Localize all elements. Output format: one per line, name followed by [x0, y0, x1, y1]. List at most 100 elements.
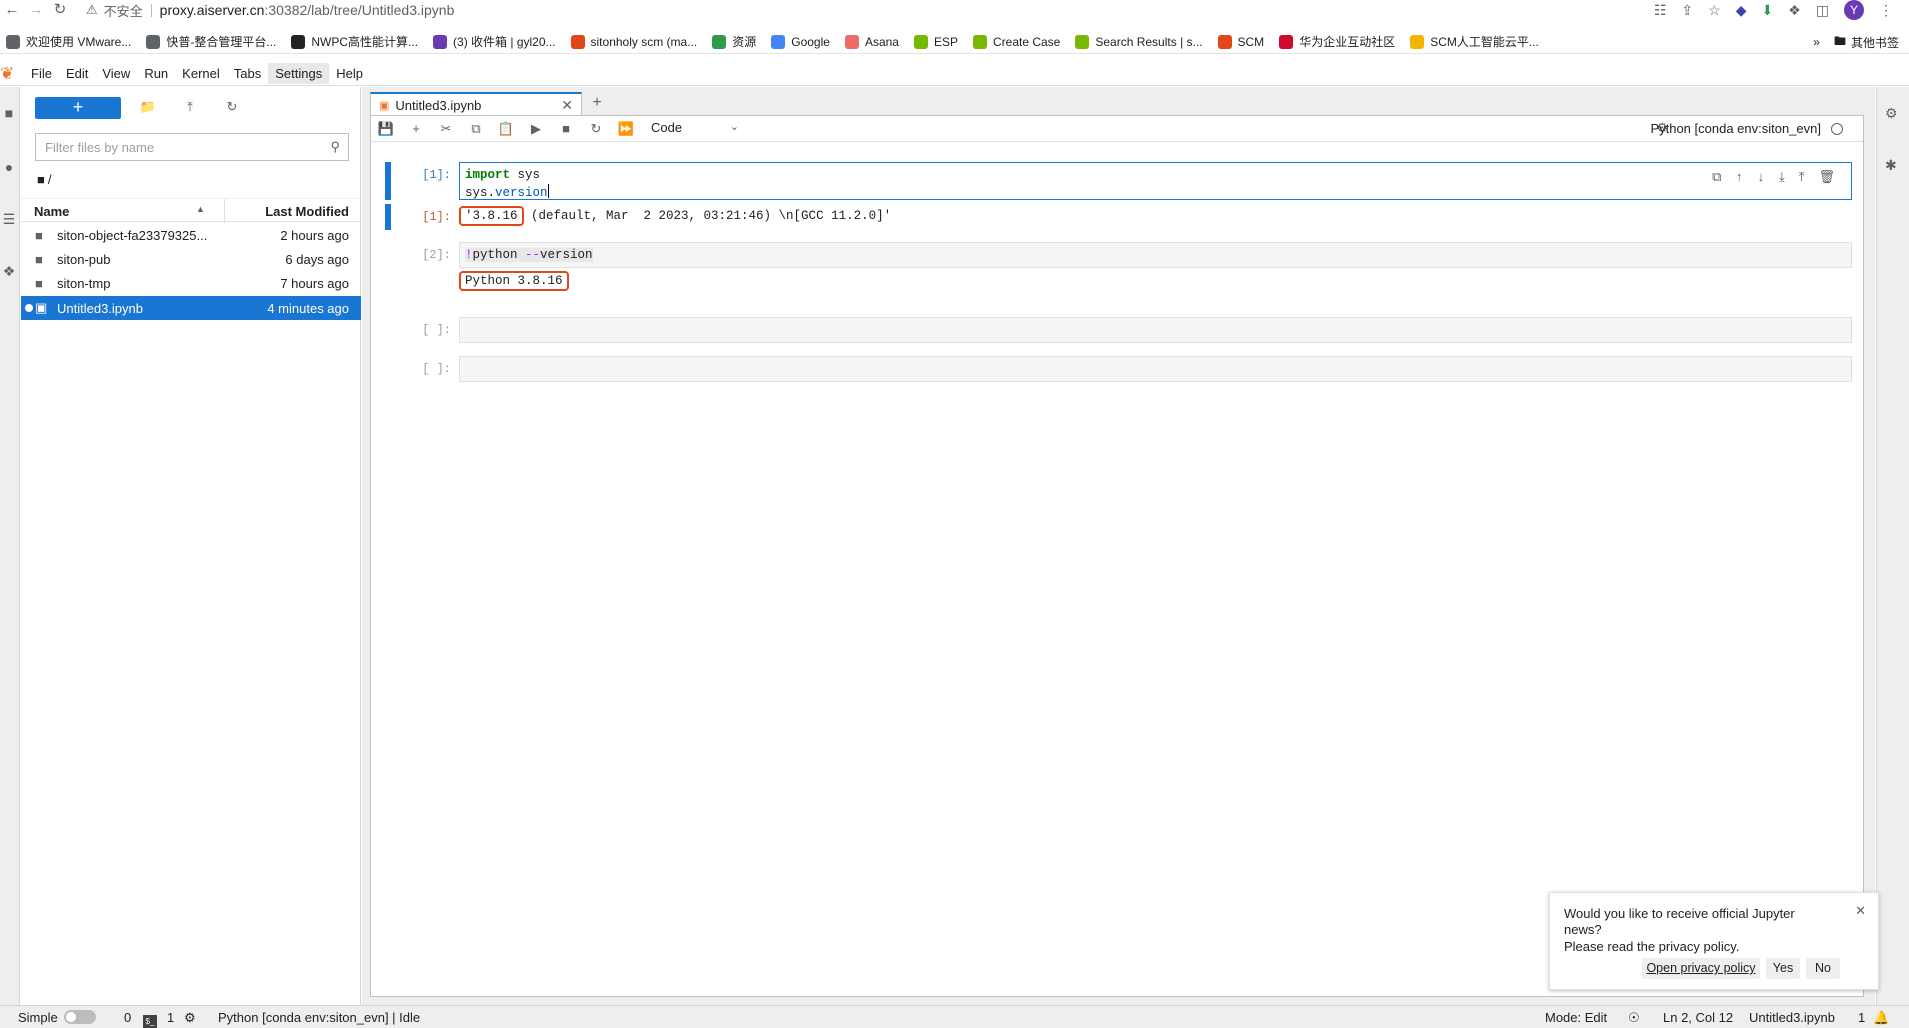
restart-run-all-icon[interactable]: ⏩ [617, 120, 635, 138]
bookmark-item[interactable]: SCM人工智能云平... [1410, 33, 1539, 50]
code-editor[interactable] [459, 317, 1852, 343]
run-icon[interactable]: ▶ [527, 120, 545, 138]
file-filter-field[interactable]: ⚲ [35, 133, 349, 161]
move-up-icon[interactable]: ↑ [1735, 169, 1743, 186]
file-browser-folder-icon[interactable]: ■ [1, 105, 17, 121]
translate-icon[interactable]: ☷ [1654, 2, 1667, 19]
download-icon[interactable]: ⬇ [1761, 2, 1773, 19]
output-collapser[interactable] [385, 204, 391, 230]
share-icon[interactable]: ⇪ [1681, 2, 1693, 19]
file-row[interactable]: ■ siton-object-fa23379325... 2 hours ago [21, 223, 361, 247]
copy-icon[interactable]: ⧉ [467, 120, 485, 138]
sidepanel-icon[interactable]: ◫ [1816, 2, 1829, 19]
extension-badge-icon[interactable]: ◆ [1736, 2, 1747, 19]
table-of-contents-icon[interactable]: ☰ [1, 211, 17, 227]
breadcrumb-path[interactable]: / [48, 172, 52, 187]
tab-untitled3[interactable]: ▣ Untitled3.ipynb ✕ [370, 92, 582, 116]
bookmark-item[interactable]: sitonholy scm (ma... [570, 34, 697, 49]
property-inspector-icon[interactable]: ⚙ [1885, 105, 1898, 122]
bookmark-item[interactable]: Google [771, 34, 830, 49]
terminal-icon[interactable]: $_ [143, 1010, 157, 1028]
save-icon[interactable]: 💾 [377, 120, 395, 138]
terminal-count[interactable]: 0 [124, 1010, 131, 1025]
column-divider[interactable] [224, 199, 225, 223]
delete-cell-icon[interactable]: 🗑 [1818, 169, 1835, 186]
refresh-icon[interactable]: ↻ [223, 98, 241, 116]
insert-above-icon[interactable]: ⤓ [1779, 169, 1785, 186]
extensions-puzzle-icon[interactable]: ❖ [1788, 2, 1801, 19]
duplicate-cell-icon[interactable]: ⧉ [1712, 169, 1721, 186]
menu-file[interactable]: File [24, 63, 59, 84]
simple-mode-toggle[interactable] [64, 1010, 96, 1024]
notification-count[interactable]: 1 [1858, 1010, 1865, 1025]
move-down-icon[interactable]: ↓ [1757, 169, 1765, 186]
menu-view[interactable]: View [95, 63, 137, 84]
browser-menu-icon[interactable]: ⋮ [1879, 2, 1893, 19]
column-modified-header[interactable]: Last Modified [265, 204, 349, 219]
bookmark-star-icon[interactable]: ☆ [1708, 2, 1721, 19]
code-editor[interactable] [459, 356, 1852, 382]
open-privacy-policy-button[interactable]: Open privacy policy [1642, 958, 1760, 979]
file-row[interactable]: ■ siton-pub 6 days ago [21, 247, 361, 271]
paste-icon[interactable]: 📋 [497, 120, 515, 138]
stop-icon[interactable]: ■ [557, 120, 575, 138]
code-editor[interactable]: !python --version [459, 242, 1852, 268]
bookmark-item[interactable]: 资源 [712, 33, 756, 50]
forward-icon[interactable]: → [24, 1, 48, 19]
code-editor[interactable]: import sys sys.version ⧉ ↑ ↓ ⤓ ⤒ 🗑 [459, 162, 1852, 200]
bookmark-item[interactable]: 华为企业互动社区 [1279, 33, 1395, 50]
bookmark-item[interactable]: 欢迎使用 VMware... [6, 33, 131, 50]
bookmark-item[interactable]: ESP [913, 34, 958, 49]
bookmark-item[interactable]: Create Case [972, 34, 1060, 49]
new-folder-icon[interactable]: 📁 [139, 98, 157, 116]
extension-manager-icon[interactable]: ❖ [1, 263, 17, 279]
menu-edit[interactable]: Edit [59, 63, 95, 84]
menu-run[interactable]: Run [137, 63, 175, 84]
back-icon[interactable]: ← [0, 1, 24, 19]
close-icon[interactable]: ✕ [1855, 903, 1866, 919]
cursor-position[interactable]: Ln 2, Col 12 [1663, 1010, 1733, 1025]
restart-icon[interactable]: ↻ [587, 120, 605, 138]
bookmarks-more[interactable]: » [1813, 35, 1820, 49]
kernel-selector[interactable]: Python [conda env:siton_evn] [1650, 121, 1843, 136]
kernel-status[interactable]: Python [conda env:siton_evn] | Idle [218, 1010, 420, 1025]
menu-help[interactable]: Help [329, 63, 370, 84]
bookmark-item[interactable]: 快普-整合管理平台... [146, 33, 276, 50]
debugger-bug-icon[interactable]: ✱ [1885, 157, 1897, 174]
cut-icon[interactable]: ✂ [437, 120, 455, 138]
running-kernels-icon[interactable]: ● [1, 159, 17, 175]
close-icon[interactable]: ✕ [561, 97, 573, 114]
kernel-gear-icon[interactable]: ⚙ [184, 1010, 196, 1026]
bookmark-item[interactable]: SCM [1217, 34, 1264, 49]
file-filter-input[interactable] [45, 139, 325, 155]
insert-below-icon[interactable]: ⤒ [1799, 169, 1805, 186]
menu-kernel[interactable]: Kernel [175, 63, 227, 84]
breadcrumb[interactable]: ■ / [37, 172, 51, 187]
bookmark-item[interactable]: Search Results | s... [1075, 34, 1203, 49]
bell-icon[interactable]: 🔔 [1873, 1010, 1889, 1026]
cell-type-select[interactable]: Code ⌄ [651, 120, 739, 138]
no-button[interactable]: No [1806, 958, 1840, 979]
bookmark-item[interactable]: Asana [844, 34, 899, 49]
kernel-count[interactable]: 1 [167, 1010, 174, 1025]
new-launcher-button[interactable]: + [35, 97, 121, 119]
bookmark-item[interactable]: (3) 收件箱 | gyl20... [433, 33, 556, 50]
url-field[interactable]: proxy.aiserver.cn:30382/lab/tree/Untitle… [160, 2, 455, 18]
upload-icon[interactable]: ⤒ [181, 98, 199, 116]
bookmark-item[interactable]: NWPC高性能计算... [291, 33, 418, 50]
trusted-shield-icon[interactable]: ☉ [1628, 1010, 1640, 1026]
add-tab-icon[interactable]: + [585, 92, 609, 115]
file-row-selected[interactable]: ▣ Untitled3.ipynb 4 minutes ago [21, 296, 361, 320]
column-name-header[interactable]: Name [34, 204, 69, 219]
insert-cell-icon[interactable]: + [407, 120, 425, 138]
security-warning[interactable]: ⚠ 不安全 [86, 1, 143, 20]
home-folder-icon[interactable]: ■ [37, 172, 45, 187]
cell-collapser[interactable] [385, 162, 391, 200]
menu-settings[interactable]: Settings [268, 63, 330, 84]
yes-button[interactable]: Yes [1766, 958, 1800, 979]
file-row[interactable]: ■ siton-tmp 7 hours ago [21, 271, 361, 295]
profile-avatar[interactable]: Y [1844, 0, 1864, 20]
menu-tabs[interactable]: Tabs [227, 63, 268, 84]
other-bookmarks[interactable]: 🖿 其他书签 [1834, 32, 1899, 53]
reload-icon[interactable]: ↻ [48, 1, 72, 19]
